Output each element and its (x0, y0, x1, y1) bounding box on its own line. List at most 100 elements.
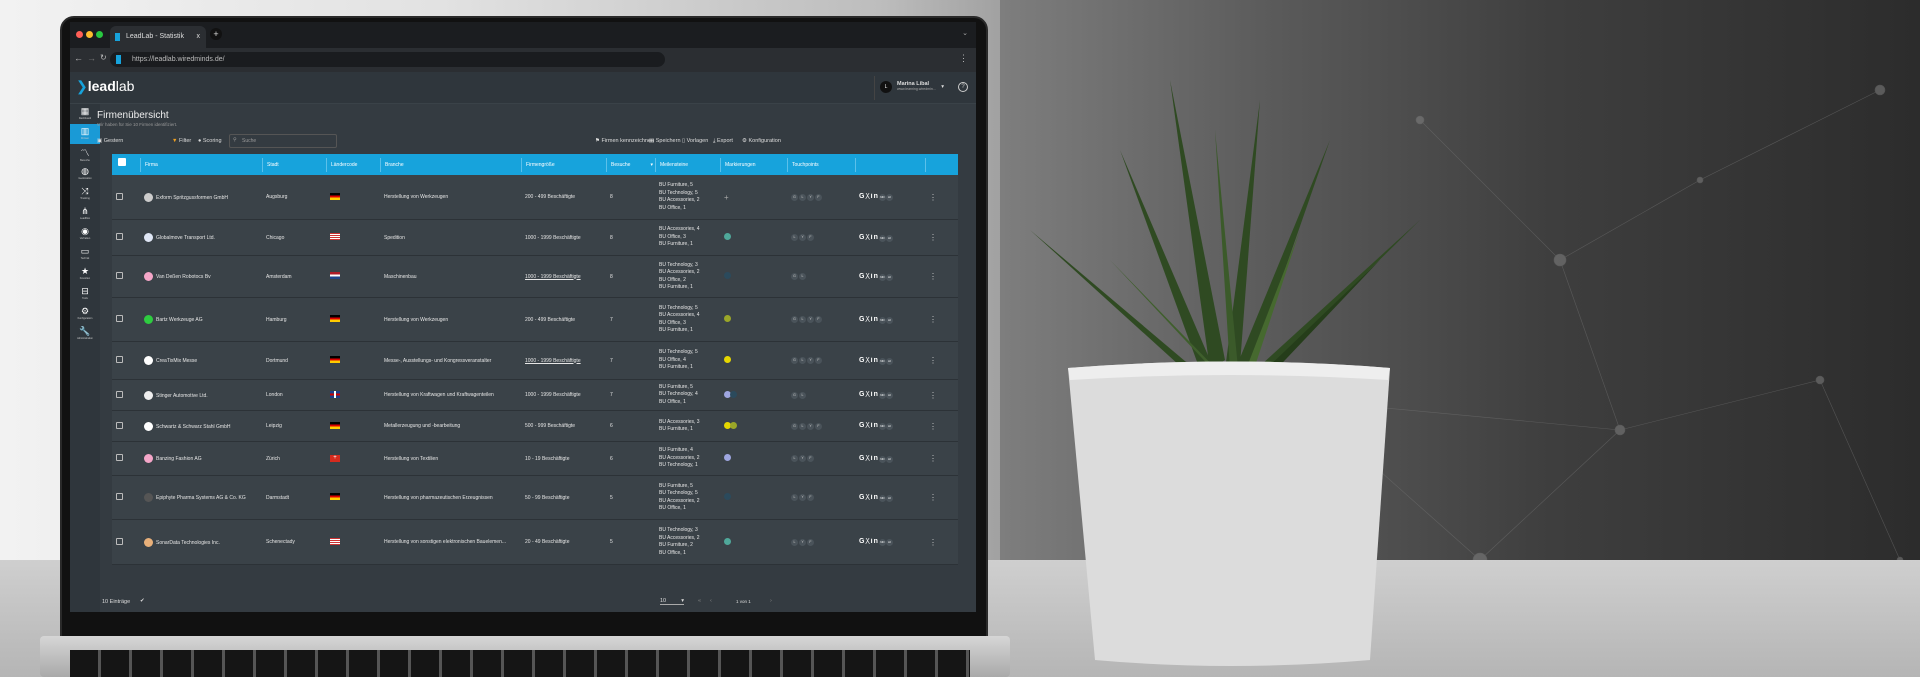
back-icon[interactable]: ← (74, 53, 83, 63)
marker-dot[interactable] (730, 421, 737, 429)
column-header[interactable]: Firmengröße (521, 157, 606, 172)
sidebar-item-tools[interactable]: ⊟ Tools (70, 284, 100, 304)
configuration-button[interactable]: ⚙ Konfiguration (742, 138, 781, 144)
url-input[interactable]: https://leadlab.wiredminds.de/ (110, 52, 665, 67)
ai-icon[interactable]: AI (885, 273, 893, 281)
linkedin-icon[interactable]: in (871, 538, 879, 545)
nd-icon[interactable]: ND (878, 455, 886, 463)
column-header[interactable]: Branche (380, 157, 521, 172)
sidebar-item-geolocation[interactable]: ◍ Geolocation (70, 164, 100, 184)
filter-button[interactable]: ▼ Filter (172, 138, 191, 144)
more-options-icon[interactable]: ⋮ (925, 454, 958, 463)
marker-dot[interactable] (730, 390, 737, 398)
nd-icon[interactable]: ND (878, 357, 886, 365)
company-name[interactable]: Exform Spritzgussformen GmbH (140, 192, 262, 202)
column-header[interactable]: Stadt (262, 157, 326, 172)
more-options-icon[interactable]: ⋮ (925, 422, 958, 431)
marker-dot[interactable] (724, 493, 731, 500)
reload-icon[interactable]: ↻ (100, 53, 107, 62)
ai-icon[interactable]: AI (885, 494, 893, 502)
user-menu[interactable]: L Marina Libal www.learning.wiredmin... … (874, 76, 946, 100)
row-checkbox[interactable] (112, 454, 140, 463)
table-row[interactable]: Schwartz & Schwarz Stahl GmbH Leipzig Me… (112, 411, 958, 442)
marker-dot[interactable] (724, 356, 731, 363)
nd-icon[interactable]: ND (878, 234, 886, 242)
maximize-window-button[interactable] (96, 31, 103, 38)
marker-dot[interactable] (724, 454, 731, 461)
add-marker-icon[interactable]: + (724, 193, 729, 202)
company-name[interactable]: Stinger Automotive Ltd. (140, 390, 262, 400)
table-row[interactable]: Van Deßen Robotocs Bv Amsterdam Maschine… (112, 256, 958, 298)
browser-menu-icon[interactable]: ⋮ (959, 53, 968, 64)
linkedin-icon[interactable]: in (871, 494, 879, 501)
more-options-icon[interactable]: ⋮ (925, 391, 958, 400)
column-header[interactable]: Markierungen (720, 157, 787, 172)
help-icon[interactable]: ? (958, 82, 968, 92)
row-checkbox[interactable] (112, 493, 140, 502)
ai-icon[interactable]: AI (885, 357, 893, 365)
forward-icon[interactable]: → (87, 53, 96, 63)
column-header[interactable]: Touchpoints (787, 157, 855, 172)
mark-companies-button[interactable]: ⚑ Firmen kennzeichnen (595, 138, 654, 144)
next-page-button[interactable]: › (770, 598, 772, 604)
marker-dot[interactable] (724, 233, 731, 240)
nd-icon[interactable]: ND (878, 494, 886, 502)
more-options-icon[interactable]: ⋮ (925, 493, 958, 502)
close-window-button[interactable] (76, 31, 83, 38)
company-name[interactable]: Globalmove Transport Ltd. (140, 233, 262, 242)
linkedin-icon[interactable]: in (871, 391, 879, 398)
company-name[interactable]: CreaTixMix Messe (140, 356, 262, 365)
export-button[interactable]: ⤓ Export (713, 138, 733, 145)
table-row[interactable]: Epiphyte Pharma Systems AG & Co. KG Darm… (112, 476, 958, 520)
linkedin-icon[interactable]: in (871, 273, 879, 280)
leadlab-logo[interactable]: ❯leadlab (76, 78, 134, 95)
ai-icon[interactable]: AI (885, 194, 893, 201)
row-checkbox[interactable] (112, 233, 140, 242)
select-all-checkbox[interactable] (112, 157, 140, 172)
row-checkbox[interactable] (112, 421, 140, 431)
linkedin-icon[interactable]: in (871, 193, 879, 200)
nd-icon[interactable]: ND (878, 316, 886, 324)
sidebar-item-dashboard[interactable]: ▦ Dashboard (70, 104, 100, 124)
nd-icon[interactable]: ND (878, 273, 886, 281)
nd-icon[interactable]: ND (878, 539, 886, 546)
company-name[interactable]: Van Deßen Robotocs Bv (140, 272, 262, 281)
save-button[interactable]: ▤ Speichern (649, 138, 681, 144)
table-row[interactable]: SonarData Technologies Inc. Schenectady … (112, 520, 958, 565)
table-row[interactable]: Bartz Werkzeuge AG Hamburg Herstellung v… (112, 298, 958, 342)
more-options-icon[interactable]: ⋮ (925, 193, 958, 202)
browser-tab[interactable]: LeadLab - Statistik x (110, 26, 206, 48)
more-options-icon[interactable]: ⋮ (925, 538, 958, 547)
column-header[interactable]: Meilensteine (655, 157, 720, 172)
marker-dot[interactable] (724, 272, 731, 279)
row-checkbox[interactable] (112, 192, 140, 202)
column-header[interactable]: Ländercode (326, 157, 380, 172)
page-size-select[interactable]: 10 ▾ (660, 598, 684, 605)
table-row[interactable]: Globalmove Transport Ltd. Chicago Spedit… (112, 220, 958, 256)
nd-icon[interactable]: ND (878, 423, 886, 430)
row-checkbox[interactable] (112, 537, 140, 547)
table-row[interactable]: Banzing Fashion AG Zürich + Herstellung … (112, 442, 958, 476)
sidebar-item-leadflow[interactable]: ⋔ Leadflow (70, 204, 100, 224)
ai-icon[interactable]: AI (885, 539, 893, 546)
column-header[interactable]: Besuche ▾ (606, 157, 655, 172)
marker-dot[interactable] (724, 315, 731, 322)
sidebar-item-favoriten[interactable]: ★ Favoriten (70, 264, 100, 284)
linkedin-icon[interactable]: in (871, 316, 879, 323)
new-tab-button[interactable]: + (210, 28, 222, 40)
sidebar-item-firmen[interactable]: ▥ Firmen (70, 124, 100, 144)
ai-icon[interactable]: AI (885, 316, 893, 324)
sidebar-item-besuche[interactable]: 〽 Besuche (70, 144, 100, 164)
more-options-icon[interactable]: ⋮ (925, 272, 958, 281)
company-name[interactable]: Epiphyte Pharma Systems AG & Co. KG (140, 493, 262, 502)
tab-close-icon[interactable]: x (197, 26, 201, 48)
linkedin-icon[interactable]: in (871, 422, 879, 429)
table-row[interactable]: Exform Spritzgussformen GmbH Augsburg He… (112, 175, 958, 220)
company-name[interactable]: Banzing Fashion AG (140, 454, 262, 463)
linkedin-icon[interactable]: in (871, 357, 879, 364)
more-options-icon[interactable]: ⋮ (925, 356, 958, 365)
first-page-button[interactable]: « (698, 598, 701, 604)
table-row[interactable]: Stinger Automotive Ltd. London Herstellu… (112, 380, 958, 411)
row-checkbox[interactable] (112, 315, 140, 324)
ai-icon[interactable]: AI (885, 392, 893, 399)
